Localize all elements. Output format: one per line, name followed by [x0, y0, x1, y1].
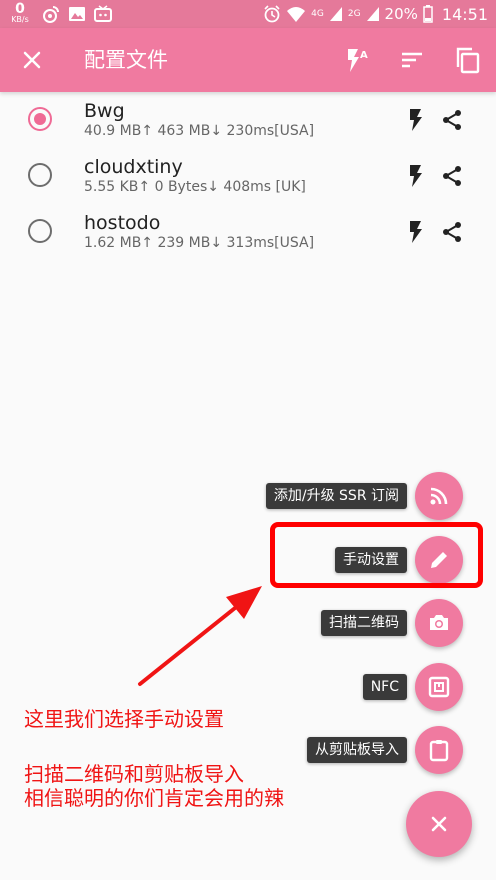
status-icons: 4G 2G 20% 14:51: [263, 0, 488, 28]
radio-unselected[interactable]: [28, 163, 52, 187]
fab-close-button[interactable]: [406, 791, 472, 857]
clipboard-import-label[interactable]: 从剪贴板导入: [307, 737, 407, 763]
profile-name: cloudxtiny: [84, 156, 183, 178]
profile-row[interactable]: cloudxtiny 5.55 KB↑ 0 Bytes↓ 408ms [UK]: [0, 148, 496, 204]
profile-list: Bwg 40.9 MB↑ 463 MB↓ 230ms[USA] cloudxti…: [0, 92, 496, 260]
signal-icon: [329, 7, 342, 21]
profile-stats: 40.9 MB↑ 463 MB↓ 230ms[USA]: [84, 123, 315, 139]
signal-icon-2: [366, 7, 379, 21]
share-icon[interactable]: [440, 164, 464, 188]
share-icon[interactable]: [440, 220, 464, 244]
highlight-box: [270, 522, 483, 588]
nfc-label[interactable]: NFC: [362, 674, 407, 700]
annotation-text-3: 相信聪明的你们肯定会用的辣: [24, 786, 284, 810]
app-bar: 配置文件 A: [0, 28, 496, 92]
network-4g-label: 4G: [311, 8, 324, 19]
profile-row[interactable]: hostodo 1.62 MB↑ 239 MB↓ 313ms[USA]: [0, 204, 496, 260]
alarm-icon: [264, 5, 280, 23]
speed-value: 0: [15, 1, 25, 17]
clock: 14:51: [441, 4, 488, 24]
image-icon: [69, 7, 85, 21]
status-bar: 0 KB/s 4G 2G 20% 14:51: [0, 0, 496, 28]
sort-icon[interactable]: [398, 46, 426, 74]
battery-percent: 20%: [384, 5, 418, 23]
battery-icon: [423, 5, 433, 23]
radio-selected[interactable]: [28, 107, 52, 131]
network-2g-label: 2G: [347, 8, 361, 19]
rss-icon: [430, 487, 448, 505]
radio-unselected[interactable]: [28, 219, 52, 243]
profile-stats: 5.55 KB↑ 0 Bytes↓ 408ms [UK]: [84, 179, 306, 195]
close-icon[interactable]: [18, 46, 46, 74]
page-title: 配置文件: [84, 48, 168, 72]
subscribe-label[interactable]: 添加/升级 SSR 订阅: [265, 483, 407, 509]
annotation-text-1: 这里我们选择手动设置: [24, 707, 224, 731]
profile-name: hostodo: [84, 212, 161, 234]
annotation-text-2: 扫描二维码和剪贴板导入: [24, 762, 244, 786]
flash-icon[interactable]: [406, 220, 426, 244]
subscribe-button[interactable]: [415, 472, 463, 520]
flash-icon[interactable]: [406, 164, 426, 188]
copy-icon[interactable]: [454, 46, 482, 74]
nfc-button[interactable]: [415, 663, 463, 711]
speed-unit: KB/s: [11, 15, 29, 24]
share-icon[interactable]: [440, 108, 464, 132]
tv-app-icon: [94, 5, 112, 22]
nfc-icon: [428, 676, 450, 698]
profile-name: Bwg: [84, 100, 125, 122]
camera-icon: [430, 615, 448, 630]
flash-icon[interactable]: [406, 108, 426, 132]
profile-stats: 1.62 MB↑ 239 MB↓ 313ms[USA]: [84, 235, 315, 251]
weibo-icon: [43, 6, 59, 23]
flash-auto-icon[interactable]: A: [342, 46, 370, 74]
profile-row[interactable]: Bwg 40.9 MB↑ 463 MB↓ 230ms[USA]: [0, 92, 496, 148]
wifi-icon: [287, 7, 306, 22]
network-speed: 0 KB/s: [8, 2, 32, 24]
svg-text:A: A: [360, 50, 368, 61]
clipboard-icon: [429, 740, 449, 762]
scan-qr-button[interactable]: [415, 599, 463, 647]
close-icon: [431, 816, 447, 832]
clipboard-import-button[interactable]: [415, 726, 463, 774]
scan-qr-label[interactable]: 扫描二维码: [321, 610, 407, 636]
